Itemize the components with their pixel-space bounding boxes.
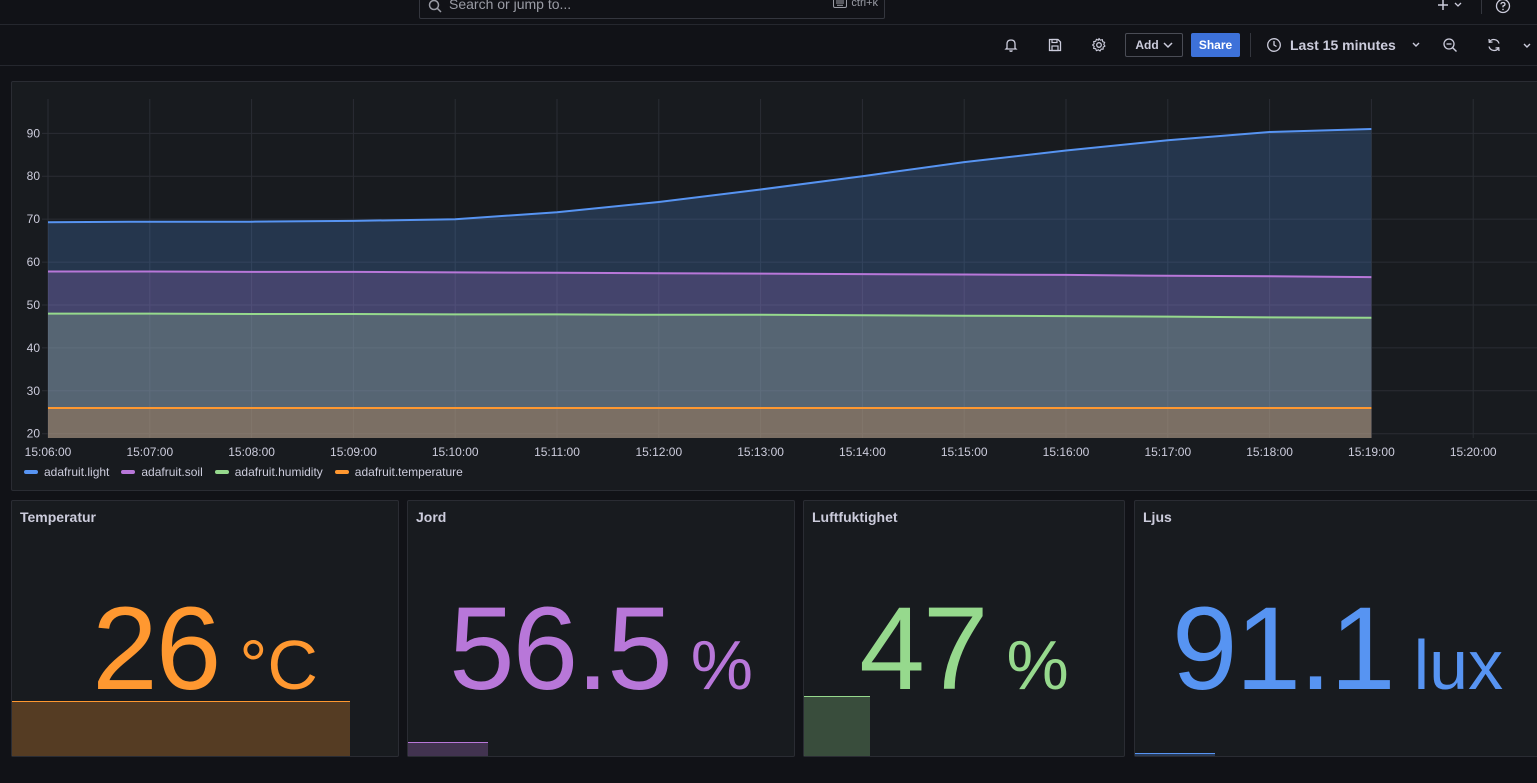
x-tick-label: 15:15:00 — [941, 445, 988, 459]
stat-unit: °C — [239, 626, 318, 704]
refresh-icon[interactable] — [1486, 37, 1502, 53]
stat-title: Ljus — [1143, 509, 1172, 525]
x-tick-label: 15:10:00 — [432, 445, 479, 459]
stat-level-bar — [408, 742, 488, 756]
add-button-label: Add — [1135, 38, 1159, 52]
chart-legend: adafruit.light adafruit.soil adafruit.humi… — [24, 465, 463, 479]
stat-panel-soil: Jord 56.5% — [407, 500, 795, 757]
clock-icon — [1267, 38, 1281, 52]
timeseries-chart: 20 30 40 50 60 70 80 90 15:06:00 15:07:00 15:08:00… — [25, 99, 1537, 459]
x-tick-label: 15:14:00 — [839, 445, 886, 459]
y-tick-label: 60 — [27, 255, 41, 269]
time-range-label: Last 15 minutes — [1290, 37, 1396, 53]
x-tick-label: 15:16:00 — [1043, 445, 1090, 459]
x-tick-label: 15:20:00 — [1450, 445, 1497, 459]
series-area — [48, 408, 1372, 438]
search-placeholder: Search or jump to... — [449, 0, 572, 12]
help-icon — [1495, 0, 1511, 14]
y-tick-label: 90 — [27, 126, 41, 140]
top-bar: Search or jump to... ctrl+k — [0, 0, 1537, 25]
stat-panel-humidity: Luftfuktighet 47% — [803, 500, 1125, 757]
timeseries-panel: 20 30 40 50 60 70 80 90 15:06:00 15:07:00 15:08:00… — [11, 81, 1537, 491]
keyboard-icon — [833, 0, 848, 8]
bell-icon[interactable] — [1003, 37, 1019, 53]
legend-swatch — [121, 470, 136, 474]
legend-label: adafruit.temperature — [354, 465, 463, 479]
legend-label: adafruit.soil — [141, 465, 203, 479]
stat-unit: % — [690, 626, 753, 704]
stat-title: Temperatur — [20, 509, 96, 525]
legend-label: adafruit.light — [44, 465, 110, 479]
stat-title: Luftfuktighet — [812, 509, 898, 525]
y-tick-label: 70 — [27, 212, 41, 226]
share-button[interactable]: Share — [1191, 33, 1240, 57]
search-input[interactable]: Search or jump to... ctrl+k — [419, 0, 885, 19]
add-button[interactable]: Add — [1125, 33, 1183, 57]
legend-swatch — [24, 470, 38, 474]
stat-panel-light: Ljus 91.1 lux — [1134, 500, 1537, 757]
save-icon[interactable] — [1047, 37, 1063, 53]
search-shortcut: ctrl+k — [833, 0, 878, 9]
stat-value: 56.5 — [449, 583, 673, 715]
plus-icon — [1438, 0, 1462, 10]
stat-value-display: 91.1 lux — [1135, 581, 1537, 717]
shortcut-label: ctrl+k — [851, 0, 878, 9]
new-menu-button[interactable] — [1434, 0, 1464, 17]
stat-unit: % — [1006, 626, 1069, 704]
x-tick-label: 15:13:00 — [737, 445, 784, 459]
time-range-picker[interactable]: Last 15 minutes — [1266, 33, 1422, 57]
x-tick-label: 15:12:00 — [635, 445, 682, 459]
legend-item[interactable]: adafruit.temperature — [334, 465, 463, 479]
stat-value-display: 56.5% — [408, 581, 794, 717]
stat-value-display: 47% — [804, 581, 1124, 717]
dashboard-toolbar: Add Share Last 15 minutes — [0, 25, 1537, 66]
x-tick-label: 15:07:00 — [126, 445, 173, 459]
stat-level-bar — [1135, 753, 1215, 756]
legend-item[interactable]: adafruit.soil — [121, 465, 203, 479]
toolbar-divider — [1250, 33, 1251, 57]
x-tick-label: 15:08:00 — [228, 445, 275, 459]
legend-item[interactable]: adafruit.humidity — [214, 465, 323, 479]
help-button[interactable] — [1495, 0, 1511, 19]
y-tick-label: 50 — [27, 298, 41, 312]
legend-swatch — [214, 470, 229, 474]
y-tick-label: 30 — [27, 384, 41, 398]
stat-unit: lux — [1413, 626, 1504, 704]
legend-item[interactable]: adafruit.light — [24, 465, 109, 479]
legend-swatch — [334, 470, 349, 474]
gear-icon[interactable] — [1091, 37, 1107, 53]
x-tick-label: 15:19:00 — [1348, 445, 1395, 459]
refresh-interval-chevron-icon[interactable] — [1521, 37, 1533, 53]
x-tick-label: 15:06:00 — [25, 445, 72, 459]
stat-panel-temperature: Temperatur 26 °C — [11, 500, 399, 757]
stat-value: 47 — [859, 583, 988, 715]
x-tick-label: 15:18:00 — [1246, 445, 1293, 459]
chevron-down-icon — [1412, 42, 1420, 47]
legend-label: adafruit.humidity — [234, 465, 323, 479]
y-tick-label: 20 — [27, 427, 41, 441]
x-tick-label: 15:09:00 — [330, 445, 377, 459]
stat-value: 91.1 — [1171, 583, 1396, 715]
x-tick-label: 15:11:00 — [534, 445, 580, 459]
stat-value-display: 26 °C — [12, 581, 398, 717]
y-tick-label: 40 — [27, 341, 41, 355]
zoom-out-icon[interactable] — [1442, 37, 1458, 53]
topbar-divider — [1481, 0, 1482, 14]
share-button-label: Share — [1198, 38, 1233, 52]
stat-value: 26 — [92, 583, 221, 715]
chevron-down-icon — [1163, 42, 1173, 49]
y-tick-label: 80 — [27, 169, 41, 183]
search-icon — [428, 0, 442, 13]
x-tick-label: 15:17:00 — [1144, 445, 1191, 459]
stat-title: Jord — [416, 509, 447, 525]
